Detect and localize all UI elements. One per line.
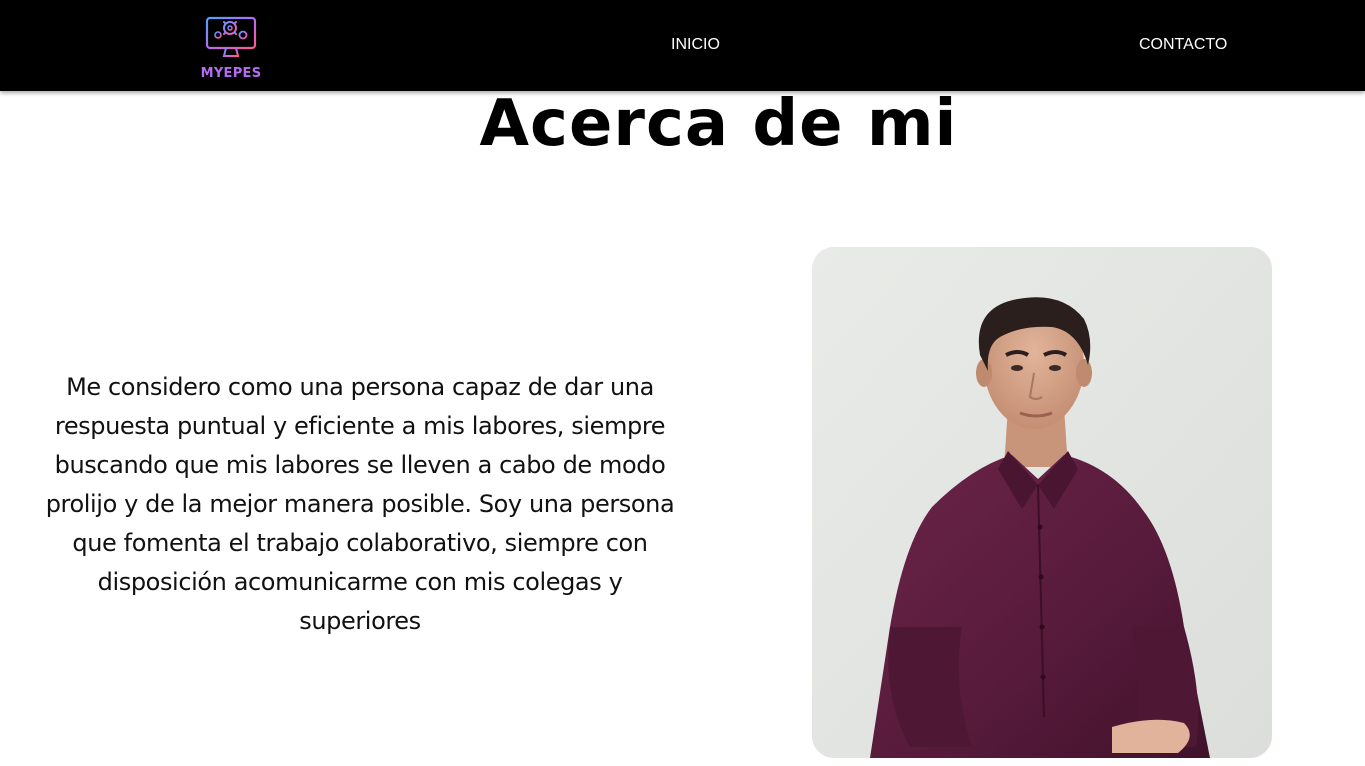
logo-link[interactable]: MYEPES: [200, 8, 262, 84]
nav-contacto-link[interactable]: CONTACTO: [1139, 35, 1227, 55]
computer-gears-icon: [205, 16, 257, 60]
logo-text: MYEPES: [200, 66, 262, 81]
profile-photo: [812, 247, 1272, 758]
portrait-image: [812, 247, 1272, 758]
page-title: Acerca de mi: [479, 87, 958, 161]
navbar: MYEPES INICIO CONTACTO: [0, 0, 1365, 91]
about-paragraph: Me considero como una persona capaz de d…: [45, 373, 675, 635]
nav-inicio-link[interactable]: INICIO: [671, 35, 720, 55]
